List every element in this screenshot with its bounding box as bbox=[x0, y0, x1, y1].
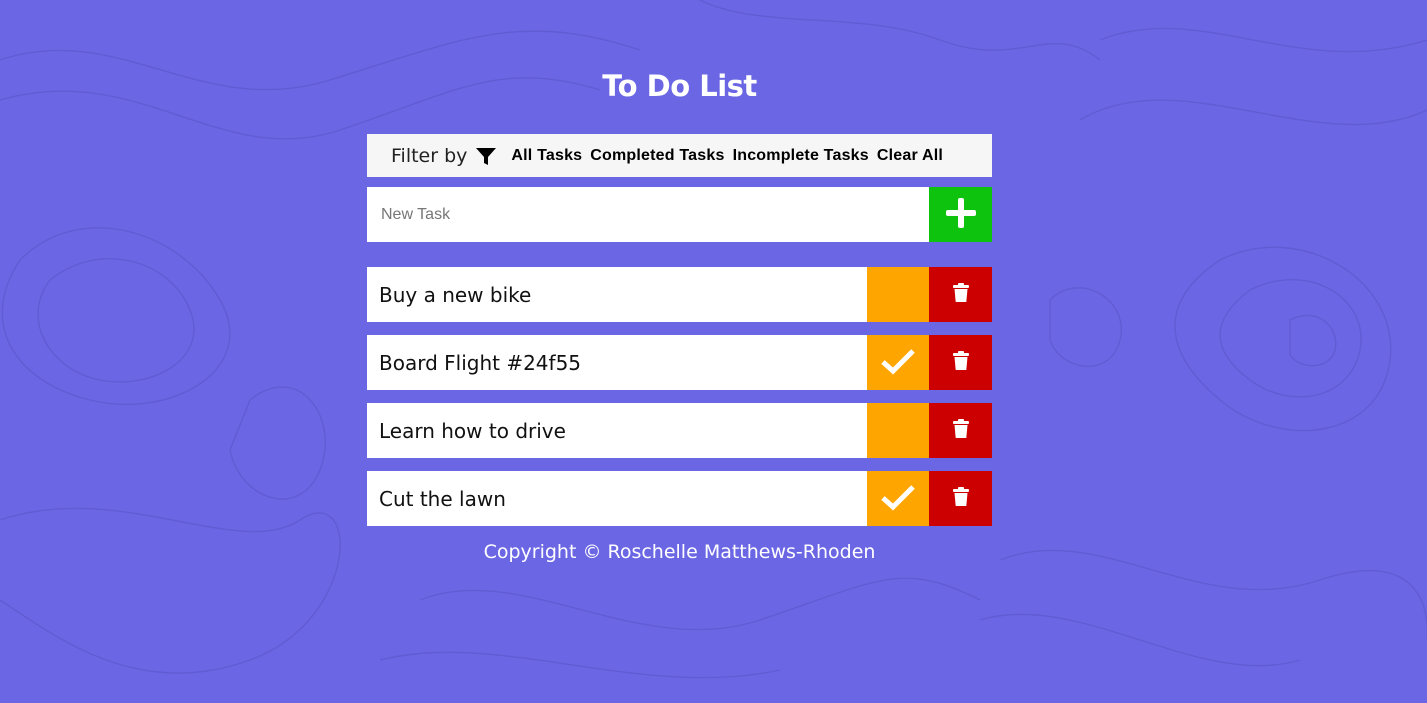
plus-icon bbox=[944, 196, 978, 233]
complete-toggle-button[interactable] bbox=[867, 471, 929, 526]
trash-icon bbox=[952, 419, 970, 442]
trash-icon bbox=[952, 351, 970, 374]
complete-toggle-button[interactable] bbox=[867, 403, 929, 458]
task-text: Cut the lawn bbox=[367, 471, 867, 526]
task-item: Cut the lawn bbox=[367, 471, 992, 526]
task-text: Board Flight #24f55 bbox=[367, 335, 867, 390]
complete-toggle-button[interactable] bbox=[867, 267, 929, 322]
clear-all-button[interactable]: Clear All bbox=[877, 147, 943, 165]
complete-toggle-button[interactable] bbox=[867, 335, 929, 390]
delete-task-button[interactable] bbox=[929, 267, 992, 322]
delete-task-button[interactable] bbox=[929, 471, 992, 526]
check-icon bbox=[880, 347, 916, 378]
new-task-input[interactable] bbox=[367, 187, 929, 242]
delete-task-button[interactable] bbox=[929, 403, 992, 458]
filter-all-tasks[interactable]: All Tasks bbox=[511, 147, 582, 165]
task-text: Buy a new bike bbox=[367, 267, 867, 322]
copyright-footer: Copyright © Roschelle Matthews-Rhoden bbox=[483, 541, 876, 563]
task-item: Learn how to drive bbox=[367, 403, 992, 458]
delete-task-button[interactable] bbox=[929, 335, 992, 390]
filter-incomplete-tasks[interactable]: Incomplete Tasks bbox=[733, 147, 869, 165]
page-title: To Do List bbox=[602, 69, 757, 103]
new-task-row bbox=[367, 187, 992, 242]
trash-icon bbox=[952, 487, 970, 510]
trash-icon bbox=[952, 283, 970, 306]
funnel-icon bbox=[475, 146, 497, 166]
task-item: Board Flight #24f55 bbox=[367, 335, 992, 390]
task-list: Buy a new bike Board Flight #24f55 Learn… bbox=[367, 267, 992, 539]
check-icon bbox=[880, 483, 916, 514]
add-task-button[interactable] bbox=[929, 187, 992, 242]
filter-label: Filter by bbox=[391, 144, 468, 167]
task-item: Buy a new bike bbox=[367, 267, 992, 322]
filter-bar: Filter by All Tasks Completed Tasks Inco… bbox=[367, 134, 992, 177]
filter-completed-tasks[interactable]: Completed Tasks bbox=[590, 147, 724, 165]
task-text: Learn how to drive bbox=[367, 403, 867, 458]
